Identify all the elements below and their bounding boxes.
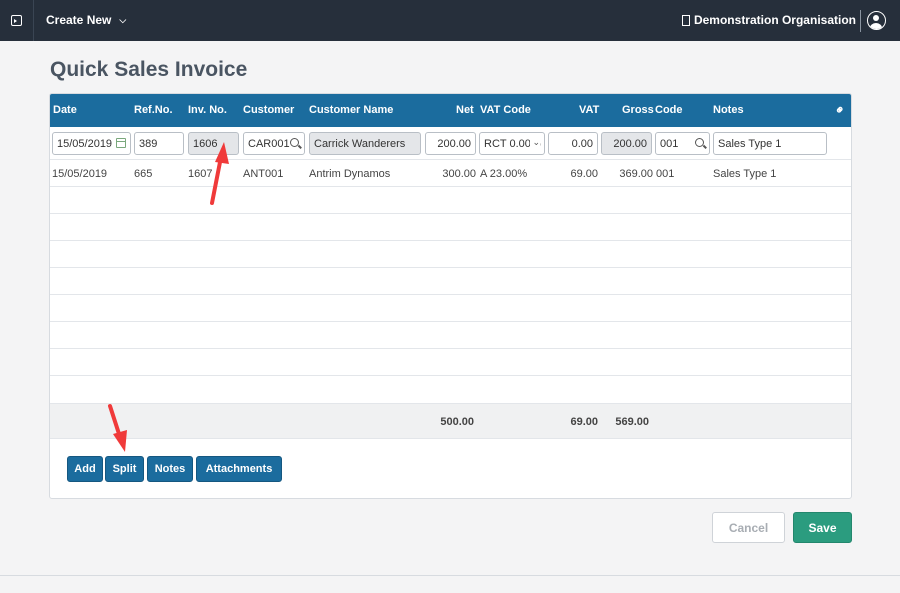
inv-no-input[interactable]: 1606 xyxy=(188,132,239,155)
search-icon[interactable] xyxy=(695,138,704,147)
customer-name-input[interactable]: Carrick Wanderers xyxy=(309,132,421,155)
paperclip-icon[interactable]: ⚭ xyxy=(831,101,848,118)
footer-divider xyxy=(0,575,900,576)
column-header-date: Date xyxy=(53,104,77,116)
page-title: Quick Sales Invoice xyxy=(50,58,248,81)
column-header-vat: VAT xyxy=(579,104,600,116)
organisation-selector[interactable]: Demonstration Organisation xyxy=(681,13,856,27)
total-vat: 69.00 xyxy=(570,416,598,428)
column-header-customer-name: Customer Name xyxy=(309,104,394,116)
notes-button[interactable]: Notes xyxy=(147,456,193,482)
code-input[interactable]: 001 xyxy=(655,132,710,155)
code-input-value: 001 xyxy=(660,138,679,150)
cell-gross: 369.00 xyxy=(619,168,653,180)
calendar-icon[interactable] xyxy=(116,138,126,148)
attachments-button[interactable]: Attachments xyxy=(196,456,282,482)
chevron-down-icon: ⌵ xyxy=(119,14,127,25)
date-input-value: 15/05/2019 xyxy=(57,138,113,150)
cell-vat-code: A 23.00% xyxy=(480,168,528,180)
net-input[interactable]: 200.00 xyxy=(425,132,476,155)
customer-input[interactable]: CAR001 xyxy=(243,132,305,155)
empty-row xyxy=(50,268,851,295)
top-bar: Create New ⌵ Demonstration Organisation xyxy=(0,0,900,41)
organisation-name: Demonstration Organisation xyxy=(693,13,856,27)
column-header-vat-code: VAT Code xyxy=(480,104,531,116)
search-icon[interactable] xyxy=(290,138,299,147)
create-new-menu[interactable]: Create New ⌵ xyxy=(46,13,126,27)
building-icon xyxy=(681,14,690,26)
empty-row xyxy=(50,376,851,404)
empty-row xyxy=(50,187,851,214)
date-input[interactable]: 15/05/2019 xyxy=(52,132,131,155)
totals-row: 500.00 69.00 569.00 xyxy=(50,404,851,439)
save-button[interactable]: Save xyxy=(793,512,852,543)
entry-row: 15/05/2019 389 1606 CAR001 Carrick Wande… xyxy=(50,127,851,160)
column-header-gross: Gross xyxy=(622,104,654,116)
app-menu-icon xyxy=(11,15,22,26)
cell-net: 300.00 xyxy=(442,168,476,180)
total-net: 500.00 xyxy=(440,416,474,428)
app-menu-button[interactable] xyxy=(0,0,34,41)
select-chevron-icon: ⌄ xyxy=(530,137,540,148)
cancel-button[interactable]: Cancel xyxy=(712,512,785,543)
add-button[interactable]: Add xyxy=(67,456,103,482)
vat-input[interactable]: 0.00 xyxy=(548,132,598,155)
column-header-notes: Notes xyxy=(713,104,744,116)
empty-row xyxy=(50,214,851,241)
empty-row xyxy=(50,295,851,322)
table-row[interactable]: 15/05/2019 665 1607 ANT001 Antrim Dynamo… xyxy=(50,160,851,187)
cell-date: 15/05/2019 xyxy=(52,168,108,180)
topbar-divider xyxy=(860,10,861,32)
cell-notes: Sales Type 1 xyxy=(713,168,777,180)
empty-row xyxy=(50,241,851,268)
create-new-label: Create New xyxy=(46,13,112,27)
notes-input[interactable]: Sales Type 1 xyxy=(713,132,827,155)
column-header-ref-no: Ref.No. xyxy=(134,104,173,116)
customer-input-value: CAR001 xyxy=(248,138,290,150)
column-header-net: Net xyxy=(456,104,474,116)
cell-vat: 69.00 xyxy=(570,168,598,180)
split-button[interactable]: Split xyxy=(105,456,144,482)
empty-row xyxy=(50,349,851,376)
ref-no-input[interactable]: 389 xyxy=(134,132,184,155)
column-header-code: Code xyxy=(655,104,683,116)
total-gross: 569.00 xyxy=(615,416,649,428)
column-header-inv-no: Inv. No. xyxy=(188,104,227,116)
cell-customer-name: Antrim Dynamos xyxy=(309,168,391,180)
cell-code: 001 xyxy=(656,168,675,180)
column-header-customer: Customer xyxy=(243,104,295,116)
empty-row xyxy=(50,322,851,349)
gross-input[interactable]: 200.00 xyxy=(601,132,652,155)
cell-customer: ANT001 xyxy=(243,168,284,180)
vat-code-select[interactable]: RCT 0.00% ⌄ xyxy=(479,132,545,155)
invoice-grid-panel: Date Ref.No. Inv. No. Customer Customer … xyxy=(49,93,852,499)
user-avatar-icon[interactable] xyxy=(867,11,886,30)
cell-inv-no: 1607 xyxy=(188,168,213,180)
table-header: Date Ref.No. Inv. No. Customer Customer … xyxy=(50,94,851,127)
cell-ref-no: 665 xyxy=(134,168,153,180)
